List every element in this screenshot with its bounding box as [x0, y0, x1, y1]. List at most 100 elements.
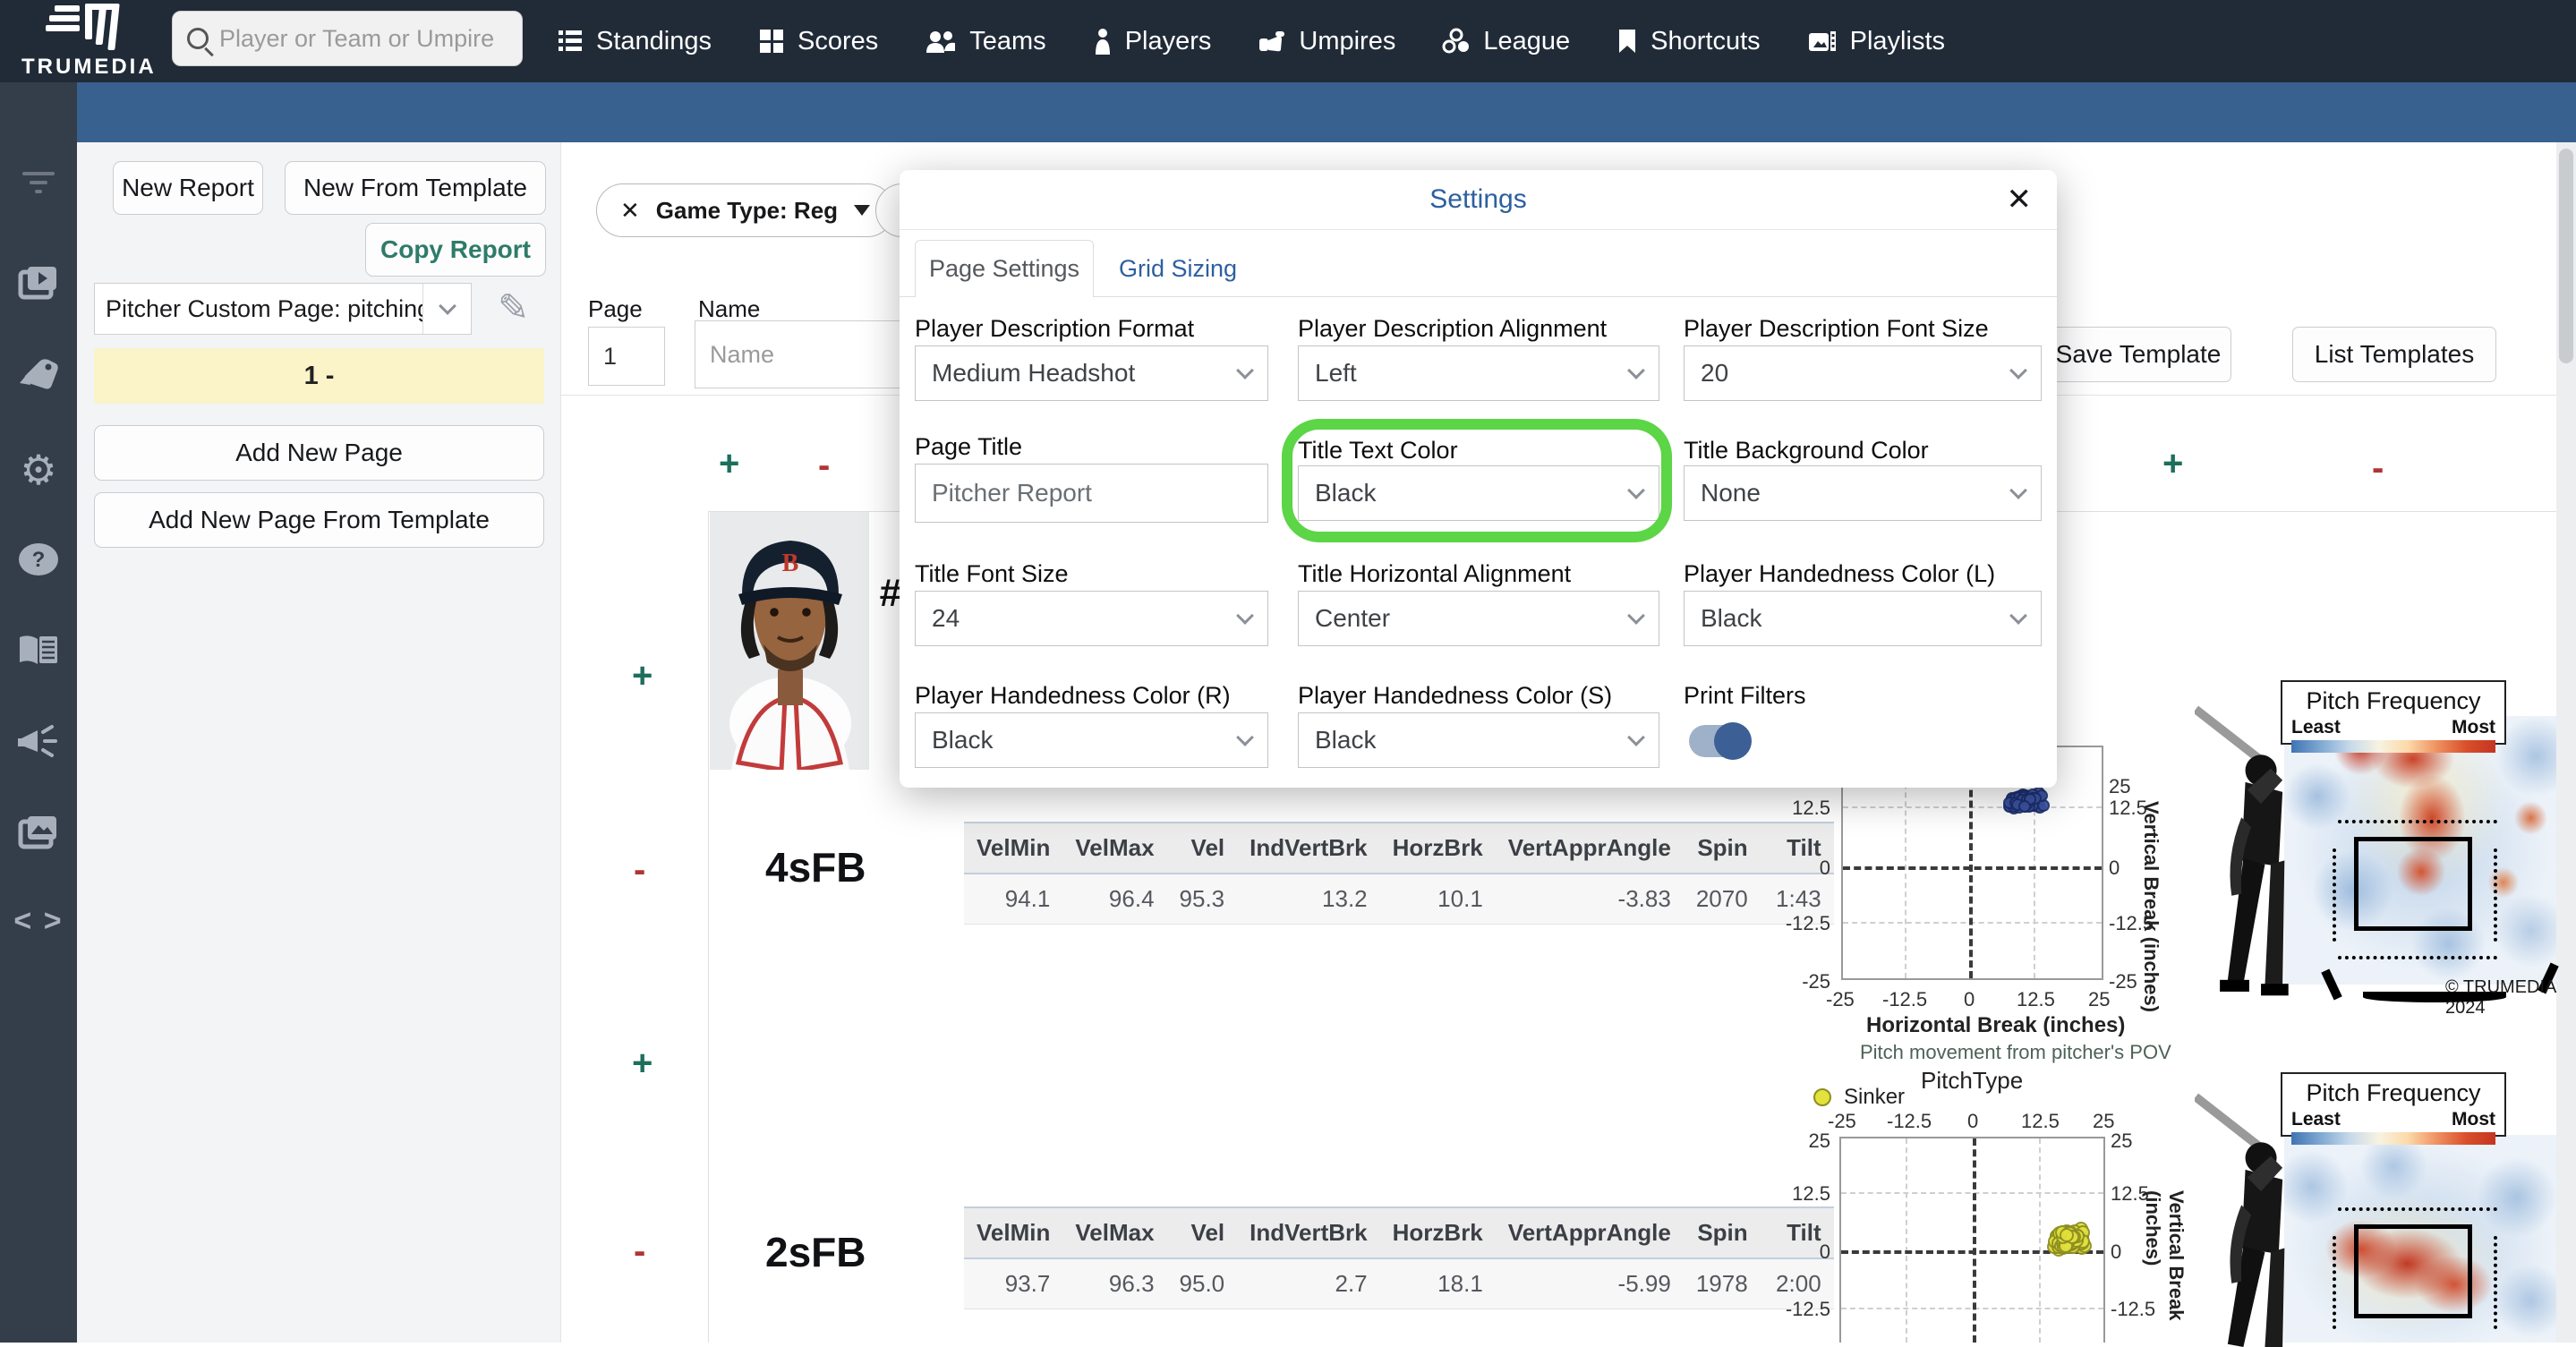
page-1-badge[interactable]: 1 -: [94, 348, 544, 404]
col-header: Spin: [1684, 823, 1761, 874]
filter-chip-game-type[interactable]: ✕ Game Type: Reg: [596, 183, 894, 237]
legend-sinker: Sinker: [1813, 1085, 1905, 1110]
nav-label: Shortcuts: [1651, 27, 1761, 56]
search-input[interactable]: Player or Team or Umpire: [172, 11, 523, 66]
scale-most-label: Most: [2452, 1109, 2495, 1130]
trumedia-logo-icon: [46, 4, 132, 50]
col-header: Spin: [1684, 1207, 1761, 1258]
trumedia-credit: © TRUMEDIA 2024: [2445, 977, 2576, 1019]
nav-playlists[interactable]: Playlists: [1807, 27, 1945, 56]
copy-report-button[interactable]: Copy Report: [365, 223, 546, 277]
grid-add-row-button[interactable]: +: [632, 658, 653, 694]
grid-remove-column-button[interactable]: -: [2372, 450, 2384, 486]
xtick: 25: [2088, 988, 2110, 1011]
strike-zone-box: [2354, 1224, 2472, 1318]
nav-players[interactable]: Players: [1093, 27, 1212, 56]
edit-pencil-icon[interactable]: ✎: [498, 286, 529, 329]
nav-shortcuts[interactable]: Shortcuts: [1616, 27, 1761, 56]
col-header: Vel: [1167, 823, 1238, 874]
xtick: 12.5: [2017, 988, 2055, 1011]
nav-teams[interactable]: Teams: [925, 27, 1045, 56]
player-description-alignment-select[interactable]: Left: [1298, 345, 1659, 401]
gridline: [1906, 1138, 1907, 1343]
ytick: 0: [2111, 1240, 2121, 1264]
save-template-button[interactable]: Save Template: [2045, 327, 2231, 382]
nav-standings[interactable]: Standings: [557, 27, 712, 56]
zone-guide: [2333, 848, 2336, 942]
col-header: VelMax: [1062, 1207, 1166, 1258]
chevron-down-icon: [2009, 607, 2027, 625]
select-value: Medium Headshot: [932, 359, 1135, 388]
title-background-color-select[interactable]: None: [1684, 465, 2042, 521]
field-label: Title Font Size: [915, 560, 1069, 588]
page-title-input[interactable]: Pitcher Report: [915, 464, 1268, 523]
grid-remove-row-button[interactable]: -: [634, 852, 645, 888]
image-stack-icon[interactable]: [0, 813, 77, 850]
col-header: IndVertBrk: [1237, 823, 1380, 874]
player-number: #: [879, 571, 900, 616]
title-font-size-select[interactable]: 24: [915, 591, 1268, 646]
player-handedness-color-s-select[interactable]: Black: [1298, 712, 1659, 768]
filter-icon[interactable]: [0, 168, 77, 199]
player-handedness-color-l-select[interactable]: Black: [1684, 591, 2042, 646]
page-number-input[interactable]: 1: [588, 327, 665, 386]
grid-add-row-button[interactable]: +: [632, 1045, 653, 1081]
report-page-select[interactable]: Pitcher Custom Page: pitching -...: [94, 283, 472, 335]
chevron-down-icon[interactable]: [422, 284, 471, 334]
player-description-format-select[interactable]: Medium Headshot: [915, 345, 1268, 401]
field-label: Player Description Alignment: [1298, 315, 1607, 343]
add-new-page-button[interactable]: Add New Page: [94, 425, 544, 481]
book-icon[interactable]: [0, 632, 77, 668]
col-header: VelMin: [964, 1207, 1062, 1258]
player-description-font-size-select[interactable]: 20: [1684, 345, 2042, 401]
toggle-knob: [1714, 722, 1752, 760]
col-header: VelMax: [1062, 823, 1166, 874]
select-value: Black: [932, 726, 993, 754]
add-new-page-from-template-button[interactable]: Add New Page From Template: [94, 492, 544, 548]
pitchtype-title: PitchType: [1921, 1067, 2023, 1095]
gear-icon[interactable]: ⚙: [0, 446, 77, 494]
divider: [900, 229, 2057, 230]
title-text-color-select[interactable]: Black: [1298, 465, 1659, 521]
table-row: 93.796.3 95.02.7 18.1-5.99 19782:00: [964, 1258, 1834, 1309]
ytick: 12.5: [1777, 797, 1830, 820]
select-value: Black: [1315, 726, 1376, 754]
zero-line: [1841, 1250, 2103, 1254]
list-templates-button[interactable]: List Templates: [2292, 327, 2496, 382]
nav-umpires[interactable]: Umpires: [1258, 27, 1395, 56]
tab-page-settings[interactable]: Page Settings: [915, 240, 1094, 297]
grid-add-column-button[interactable]: +: [719, 446, 739, 482]
top-navbar: TRUMEDIA Player or Team or Umpire Standi…: [0, 0, 2576, 82]
title-horizontal-alignment-select[interactable]: Center: [1298, 591, 1659, 646]
new-report-button[interactable]: New Report: [113, 161, 263, 215]
chip-close-icon[interactable]: ✕: [620, 197, 640, 225]
megaphone-icon[interactable]: [0, 723, 77, 761]
nav-league[interactable]: League: [1442, 27, 1570, 56]
new-from-template-button[interactable]: New From Template: [285, 161, 546, 215]
xtick: 0: [1964, 988, 1975, 1011]
y-axis-label: Vertical Break (inches): [2141, 1190, 2188, 1343]
grid-remove-column-button[interactable]: -: [818, 448, 830, 483]
print-filters-toggle[interactable]: [1689, 725, 1746, 757]
code-icon[interactable]: < >: [0, 904, 77, 939]
grid-add-column-button[interactable]: +: [2162, 446, 2183, 482]
scrollbar-thumb[interactable]: [2559, 149, 2573, 363]
chevron-down-icon: [2009, 362, 2027, 379]
trumedia-logo[interactable]: TRUMEDIA: [21, 4, 156, 80]
chevron-down-icon: [1236, 607, 1254, 625]
tab-grid-sizing[interactable]: Grid Sizing: [1119, 240, 1237, 297]
input-value: Pitcher Report: [932, 479, 1092, 507]
player-handedness-color-r-select[interactable]: Black: [915, 712, 1268, 768]
grid-remove-row-button[interactable]: -: [634, 1233, 645, 1269]
nav-scores[interactable]: Scores: [758, 27, 878, 56]
ytick: 0: [2109, 857, 2120, 880]
help-icon[interactable]: ?: [0, 541, 77, 578]
close-icon[interactable]: ✕: [2007, 184, 2033, 215]
pitch-stats-table-4sfb: VelMin VelMax Vel IndVertBrk HorzBrk Ver…: [964, 822, 1834, 925]
video-playlist-icon[interactable]: [0, 263, 77, 303]
scale-most-label: Most: [2452, 717, 2495, 738]
ytick: 25: [2109, 775, 2130, 798]
nav-label: Teams: [969, 27, 1045, 56]
select-value: Center: [1315, 604, 1390, 633]
tag-icon[interactable]: [0, 356, 77, 394]
